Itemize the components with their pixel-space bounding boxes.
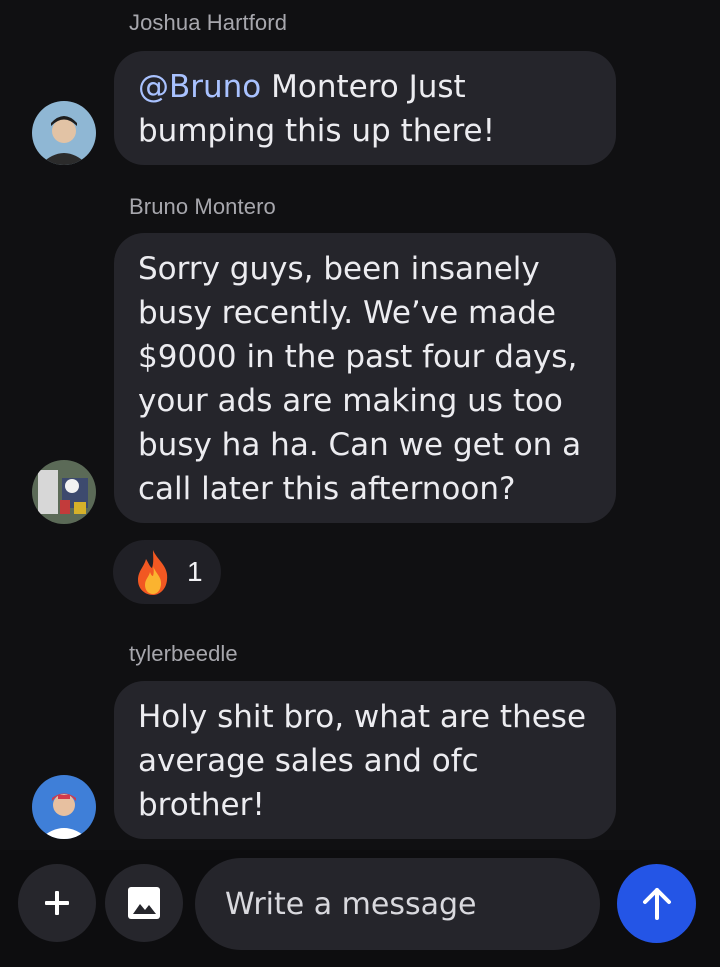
message-text: Sorry guys, been insanely busy recently.… (138, 251, 582, 507)
attach-image-button[interactable] (105, 864, 183, 942)
fire-emoji-icon (138, 550, 168, 595)
image-icon (128, 887, 160, 919)
avatar-bruno[interactable] (32, 460, 96, 524)
sender-name: Bruno Montero (129, 194, 276, 219)
plus-icon (45, 891, 69, 915)
avatar-joshua[interactable] (32, 101, 96, 165)
message-bubble[interactable]: @Bruno Montero Just bumping this up ther… (114, 51, 616, 165)
message-input[interactable]: Write a message (195, 858, 600, 950)
message-input-placeholder: Write a message (225, 886, 477, 922)
mention-link[interactable]: @Bruno (138, 69, 261, 105)
sender-name: tylerbeedle (129, 641, 238, 666)
reaction-chip[interactable]: 1 (113, 540, 221, 604)
avatar-tyler[interactable] (32, 775, 96, 839)
send-button[interactable] (617, 864, 696, 943)
arrow-up-icon (642, 887, 671, 920)
message-bubble[interactable]: Sorry guys, been insanely busy recently.… (114, 233, 616, 523)
sender-name: Joshua Hartford (129, 10, 288, 35)
message-bubble[interactable]: Holy shit bro, what are these average sa… (114, 681, 616, 839)
message-text: Holy shit bro, what are these average sa… (138, 699, 587, 823)
reaction-count: 1 (187, 556, 203, 587)
add-button[interactable] (18, 864, 96, 942)
